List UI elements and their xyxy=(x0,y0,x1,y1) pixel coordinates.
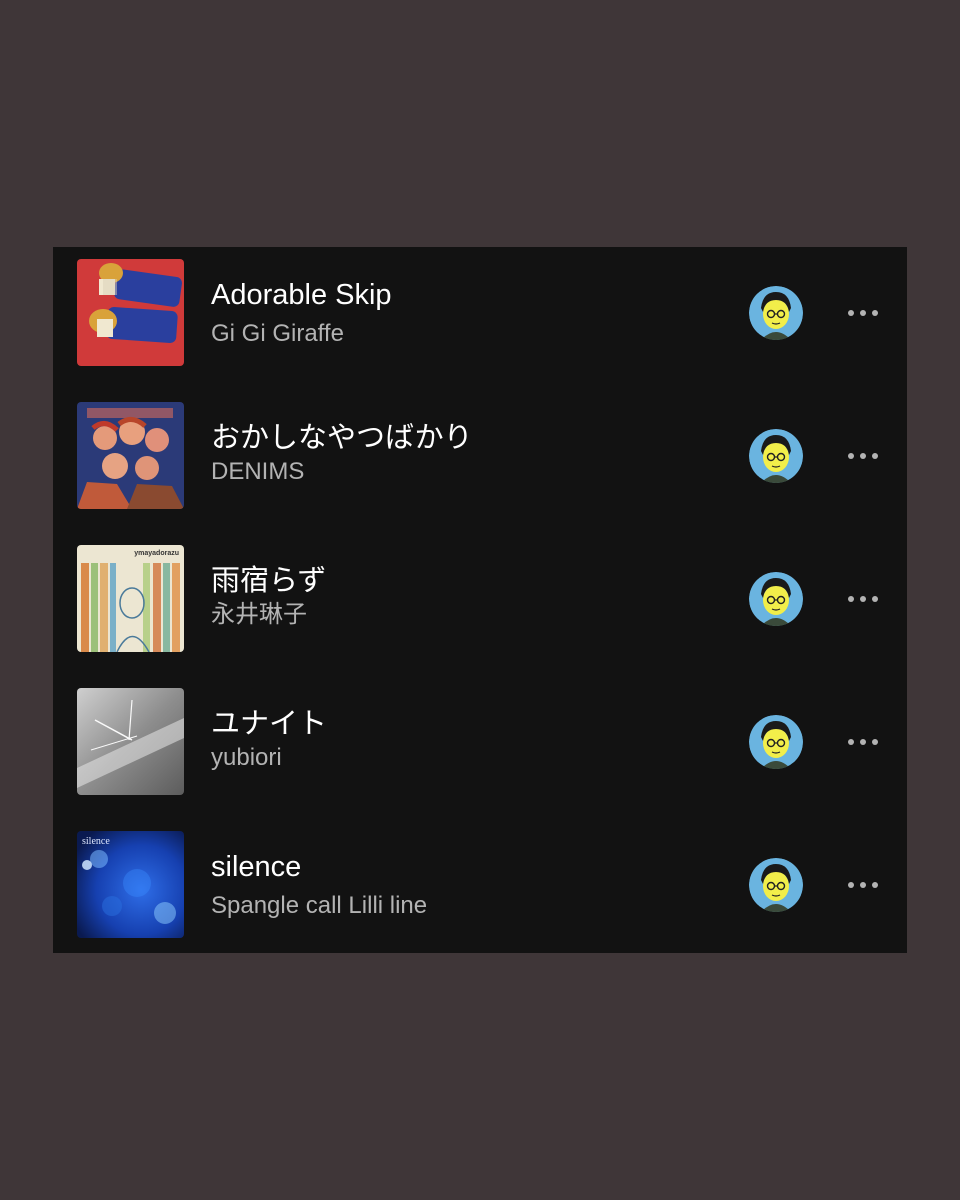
track-artist[interactable]: Spangle call Lilli line xyxy=(211,891,427,921)
track-list: Adorable Skip Gi Gi Giraffe おかしなやつばかり DE… xyxy=(53,247,907,953)
cover-caption: silence xyxy=(82,836,110,847)
track-row[interactable]: Adorable Skip Gi Gi Giraffe xyxy=(53,247,907,390)
track-title[interactable]: silence xyxy=(211,850,301,884)
user-avatar-icon[interactable] xyxy=(749,715,803,769)
user-avatar-icon[interactable] xyxy=(749,572,803,626)
album-cover[interactable] xyxy=(77,402,184,509)
track-artist[interactable]: DENIMS xyxy=(211,457,304,487)
user-avatar-icon[interactable] xyxy=(749,286,803,340)
more-options-icon[interactable] xyxy=(843,441,883,471)
album-cover[interactable]: silence xyxy=(77,831,184,938)
more-options-icon[interactable] xyxy=(843,727,883,757)
track-row[interactable]: silence silence Spangle call Lilli line xyxy=(53,819,907,962)
track-row[interactable]: ユナイト yubiori xyxy=(53,676,907,819)
track-artist[interactable]: yubiori xyxy=(211,743,282,773)
more-options-icon[interactable] xyxy=(843,298,883,328)
album-cover[interactable] xyxy=(77,259,184,366)
album-cover-unite-icon xyxy=(77,688,184,795)
album-cover-okashinayatsubakari-icon xyxy=(77,402,184,509)
track-title[interactable]: Adorable Skip xyxy=(211,278,392,312)
track-title[interactable]: おかしなやつばかり xyxy=(211,421,473,455)
album-cover[interactable] xyxy=(77,688,184,795)
album-cover-amayadorazu-icon: ymayadorazu xyxy=(77,545,184,652)
track-artist[interactable]: Gi Gi Giraffe xyxy=(211,319,344,349)
track-title[interactable]: ユナイト xyxy=(211,707,327,741)
track-row[interactable]: ymayadorazu 雨宿らず 永井琳子 xyxy=(53,533,907,676)
track-row[interactable]: おかしなやつばかり DENIMS xyxy=(53,390,907,533)
album-cover-silence-icon: silence xyxy=(77,831,184,938)
track-artist[interactable]: 永井琳子 xyxy=(211,600,307,630)
track-title[interactable]: 雨宿らず xyxy=(211,564,326,598)
user-avatar-icon[interactable] xyxy=(749,858,803,912)
album-cover[interactable]: ymayadorazu xyxy=(77,545,184,652)
more-options-icon[interactable] xyxy=(843,584,883,614)
user-avatar-icon[interactable] xyxy=(749,429,803,483)
more-options-icon[interactable] xyxy=(843,870,883,900)
cover-caption: ymayadorazu xyxy=(134,550,179,557)
album-cover-adorable-skip-icon xyxy=(77,259,184,366)
